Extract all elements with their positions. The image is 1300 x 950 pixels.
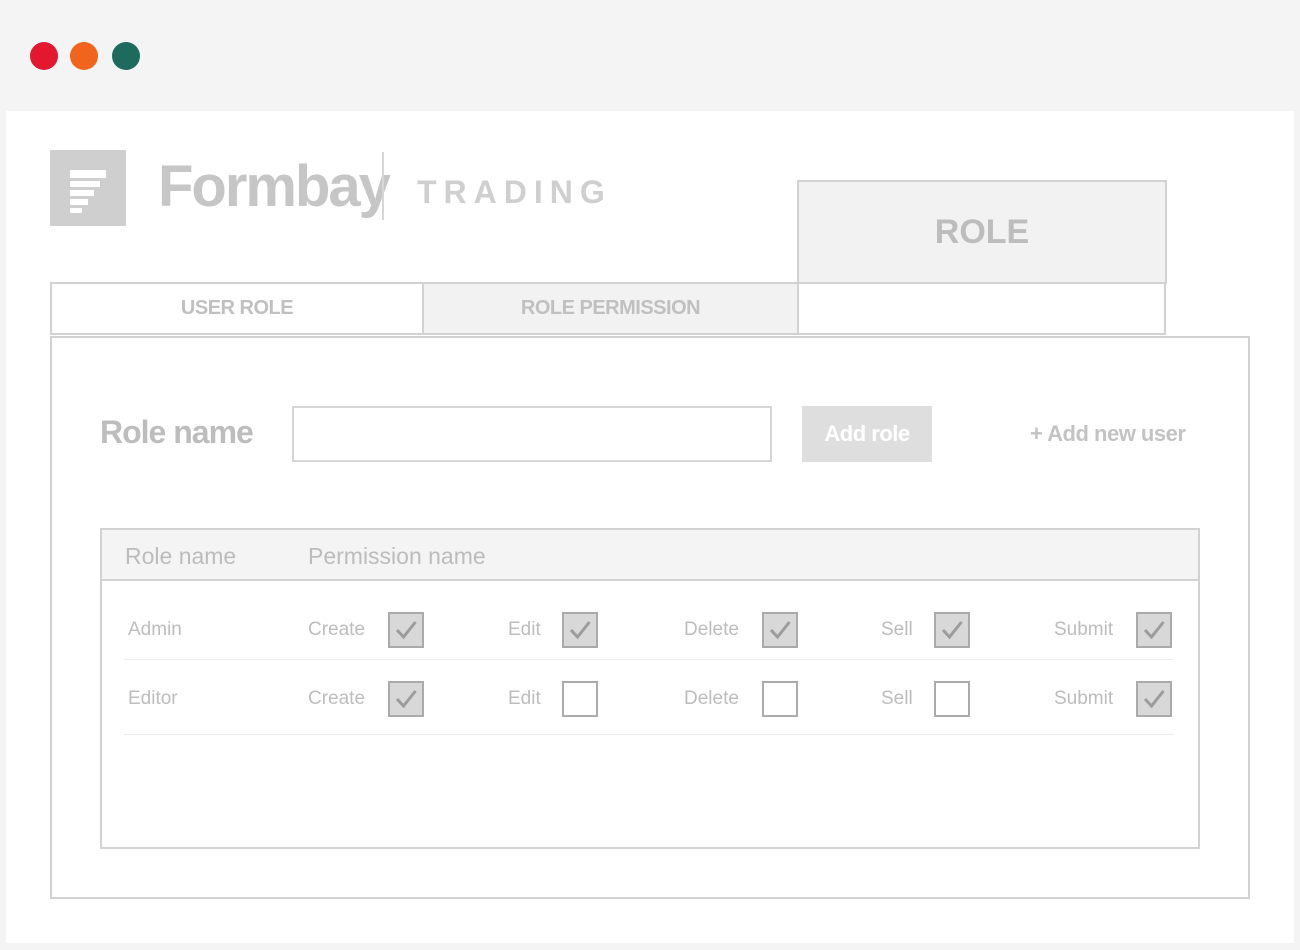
tab-user-role[interactable]: USER ROLE — [50, 282, 424, 335]
window-minimize-button[interactable] — [70, 42, 98, 70]
row-divider — [124, 734, 1173, 735]
permission-label-submit: Submit — [1054, 688, 1114, 709]
window-close-button[interactable] — [30, 42, 58, 70]
permission-label-edit: Edit — [508, 619, 541, 640]
table-header — [102, 530, 1198, 581]
permission-label-delete: Delete — [684, 688, 739, 709]
add-role-button[interactable]: Add role — [802, 406, 932, 462]
checkmark-icon — [1143, 621, 1165, 640]
permission-label-edit: Edit — [508, 688, 541, 709]
role-name-input[interactable] — [292, 406, 772, 462]
tab-spacer — [797, 282, 1166, 335]
brand-divider — [382, 152, 384, 220]
checkmark-icon — [569, 621, 591, 640]
row-divider — [124, 659, 1173, 660]
permission-label-create: Create — [308, 619, 366, 640]
permission-checkbox-submit[interactable] — [1136, 612, 1172, 648]
add-new-user-link[interactable]: + Add new user — [1030, 420, 1186, 448]
permission-checkbox-edit[interactable] — [562, 681, 598, 717]
role-cell: Admin — [128, 619, 182, 640]
checkmark-icon — [769, 621, 791, 640]
checkmark-icon — [395, 690, 417, 709]
permission-checkbox-submit[interactable] — [1136, 681, 1172, 717]
permission-checkbox-create[interactable] — [388, 681, 424, 717]
permission-checkbox-create[interactable] — [388, 612, 424, 648]
role-cell: Editor — [128, 688, 178, 709]
role-name-label: Role name — [100, 414, 254, 450]
tab-role-permission[interactable]: ROLE PERMISSION — [422, 282, 799, 335]
permission-checkbox-sell[interactable] — [934, 681, 970, 717]
page-title-panel: ROLE — [797, 180, 1167, 284]
permission-label-sell: Sell — [881, 619, 913, 640]
checkmark-icon — [395, 621, 417, 640]
permission-checkbox-delete[interactable] — [762, 612, 798, 648]
column-header-permission-name: Permission name — [308, 543, 486, 569]
window-maximize-button[interactable] — [112, 42, 140, 70]
permission-label-create: Create — [308, 688, 366, 709]
checkmark-icon — [941, 621, 963, 640]
permission-checkbox-edit[interactable] — [562, 612, 598, 648]
permission-checkbox-delete[interactable] — [762, 681, 798, 717]
permission-checkbox-sell[interactable] — [934, 612, 970, 648]
brand-name: Formbay — [158, 154, 391, 219]
checkmark-icon — [1143, 690, 1165, 709]
column-header-role-name: Role name — [125, 543, 237, 569]
page-title: ROLE — [934, 212, 1030, 251]
permission-label-sell: Sell — [881, 688, 913, 709]
brand-suffix: TRADING — [417, 174, 612, 210]
permission-label-submit: Submit — [1054, 619, 1114, 640]
formbay-logo-icon — [50, 150, 126, 226]
permission-label-delete: Delete — [684, 619, 739, 640]
